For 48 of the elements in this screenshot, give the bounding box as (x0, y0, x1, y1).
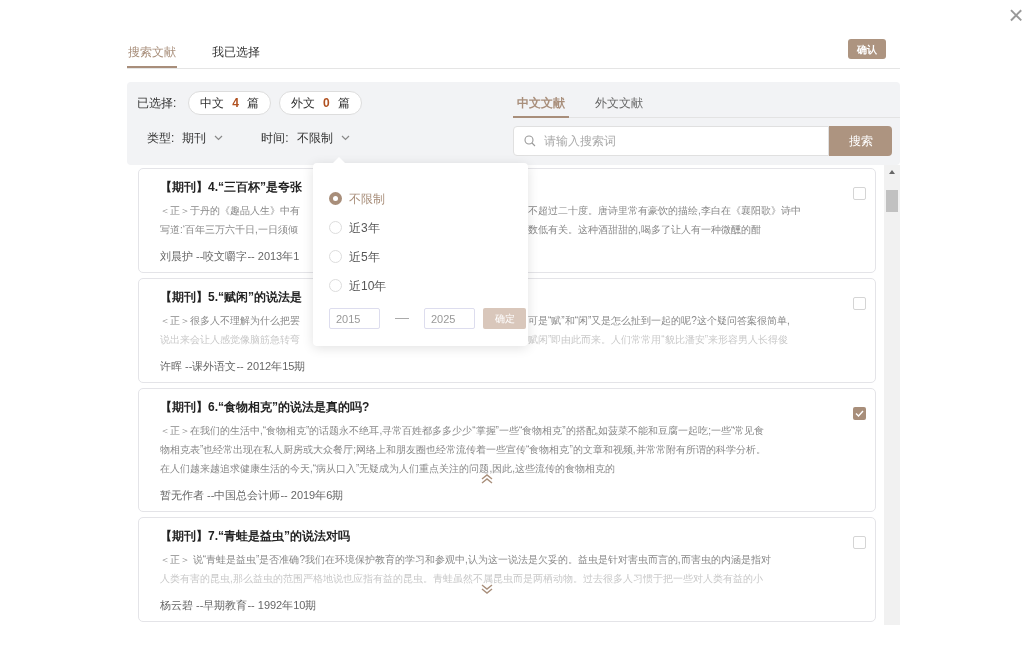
radio-option[interactable]: 近3年 (329, 213, 380, 242)
result-title[interactable]: 【期刊】7.“青蛙是益虫”的说法对吗 (160, 527, 350, 545)
abstract-line: 数低有关。这种酒甜甜的,喝多了让人有一种微醺的酣 (528, 223, 761, 237)
checkbox[interactable] (853, 297, 866, 310)
checkbox[interactable] (853, 407, 866, 420)
result-title[interactable]: 【期刊】5.“赋闲”的说法是 (160, 288, 302, 306)
radio-button[interactable] (329, 279, 342, 292)
tab[interactable]: 我已选择 (211, 37, 261, 68)
scroll-up-icon[interactable] (889, 170, 895, 174)
abstract-line: 在人们越来越追求健康生活的今天,“病从口入”无疑成为人们重点关注的问题,因此,这些流传的食物相克的 (160, 462, 615, 476)
result-title[interactable]: 【期刊】6.“食物相克”的说法是真的吗? (160, 398, 370, 416)
abstract-line: ＜正＞在我们的生活中,“食物相克”的话题永不绝耳,寻常百姓都多多少少“掌握”一些“食物相克”的搭配,如菠菜不能和豆腐一起吃;一些“常见食 (160, 424, 765, 438)
checkbox[interactable] (853, 536, 866, 549)
selected-label: 已选择: (137, 95, 177, 112)
filter-dropdown[interactable]: 期刊 (182, 129, 224, 147)
filter-label: 类型: (147, 130, 175, 147)
scrollbar-thumb[interactable] (886, 190, 898, 212)
abstract-line: ＜正＞ 说“青蛙是益虫”是否准确?我们在环境保护教育的学习和参观中,认为这一说法是欠妥的。益虫是针对害虫而言的,而害虫的内涵是指对 (160, 553, 771, 567)
result-meta: 杨云碧 --早期教育-- 1992年10期 (160, 598, 317, 613)
search-icon (524, 135, 536, 147)
checkbox[interactable] (853, 187, 866, 200)
abstract-line: 不超过二十度。唐诗里常有豪饮的描绘,李白在《襄阳歌》诗中 (528, 204, 801, 218)
result-meta: 暂无作者 --中国总会计师-- 2019年6期 (160, 488, 344, 503)
result-meta: 许晖 --课外语文-- 2012年15期 (160, 359, 306, 374)
radio-button[interactable] (329, 221, 342, 234)
source-tab[interactable]: 外文文献 (591, 90, 647, 118)
abstract-line: ＜正＞于丹的《趣品人生》中有 (160, 204, 301, 218)
abstract-line: 写道:‘百年三万六千日,一日须倾 (160, 223, 299, 237)
result-title[interactable]: 【期刊】4.“三百杯”是夸张 (160, 178, 302, 196)
search-input[interactable]: 请输入搜索词 (544, 132, 828, 150)
search-field[interactable]: 请输入搜索词 (513, 126, 829, 156)
collapse-icon[interactable] (481, 474, 493, 484)
radio-option[interactable]: 近5年 (329, 242, 380, 271)
abstract-line: 可是“赋”和“闲”又是怎么扯到一起的呢?这个疑问答案很简单, (528, 314, 790, 328)
expand-icon[interactable] (481, 584, 493, 594)
radio-button[interactable] (329, 250, 342, 263)
abstract-line: ＜正＞很多人不理解为什么把罢 (160, 314, 301, 328)
result-meta: 刘晨护 --咬文嚼字-- 2013年1 (160, 249, 300, 264)
caret-icon (340, 135, 350, 141)
caret-icon (214, 135, 224, 141)
abstract-line: 物相克表”也经常出现在私人厨房或大众餐厅;网络上和朋友圈也经常流传着一些宣传“食物相克”的文章和视频,并常常附有所谓的科学分析。 (160, 443, 766, 457)
count-pill: 外文 0 篇 (279, 91, 362, 115)
radio-option[interactable]: 近10年 (329, 271, 387, 300)
filter-label: 时间: (261, 130, 289, 147)
count-pill: 中文 4 篇 (188, 91, 272, 115)
scrollbar[interactable] (884, 165, 900, 625)
radio-button[interactable] (329, 192, 342, 205)
filter-dropdown[interactable]: 不限制 (296, 129, 350, 147)
